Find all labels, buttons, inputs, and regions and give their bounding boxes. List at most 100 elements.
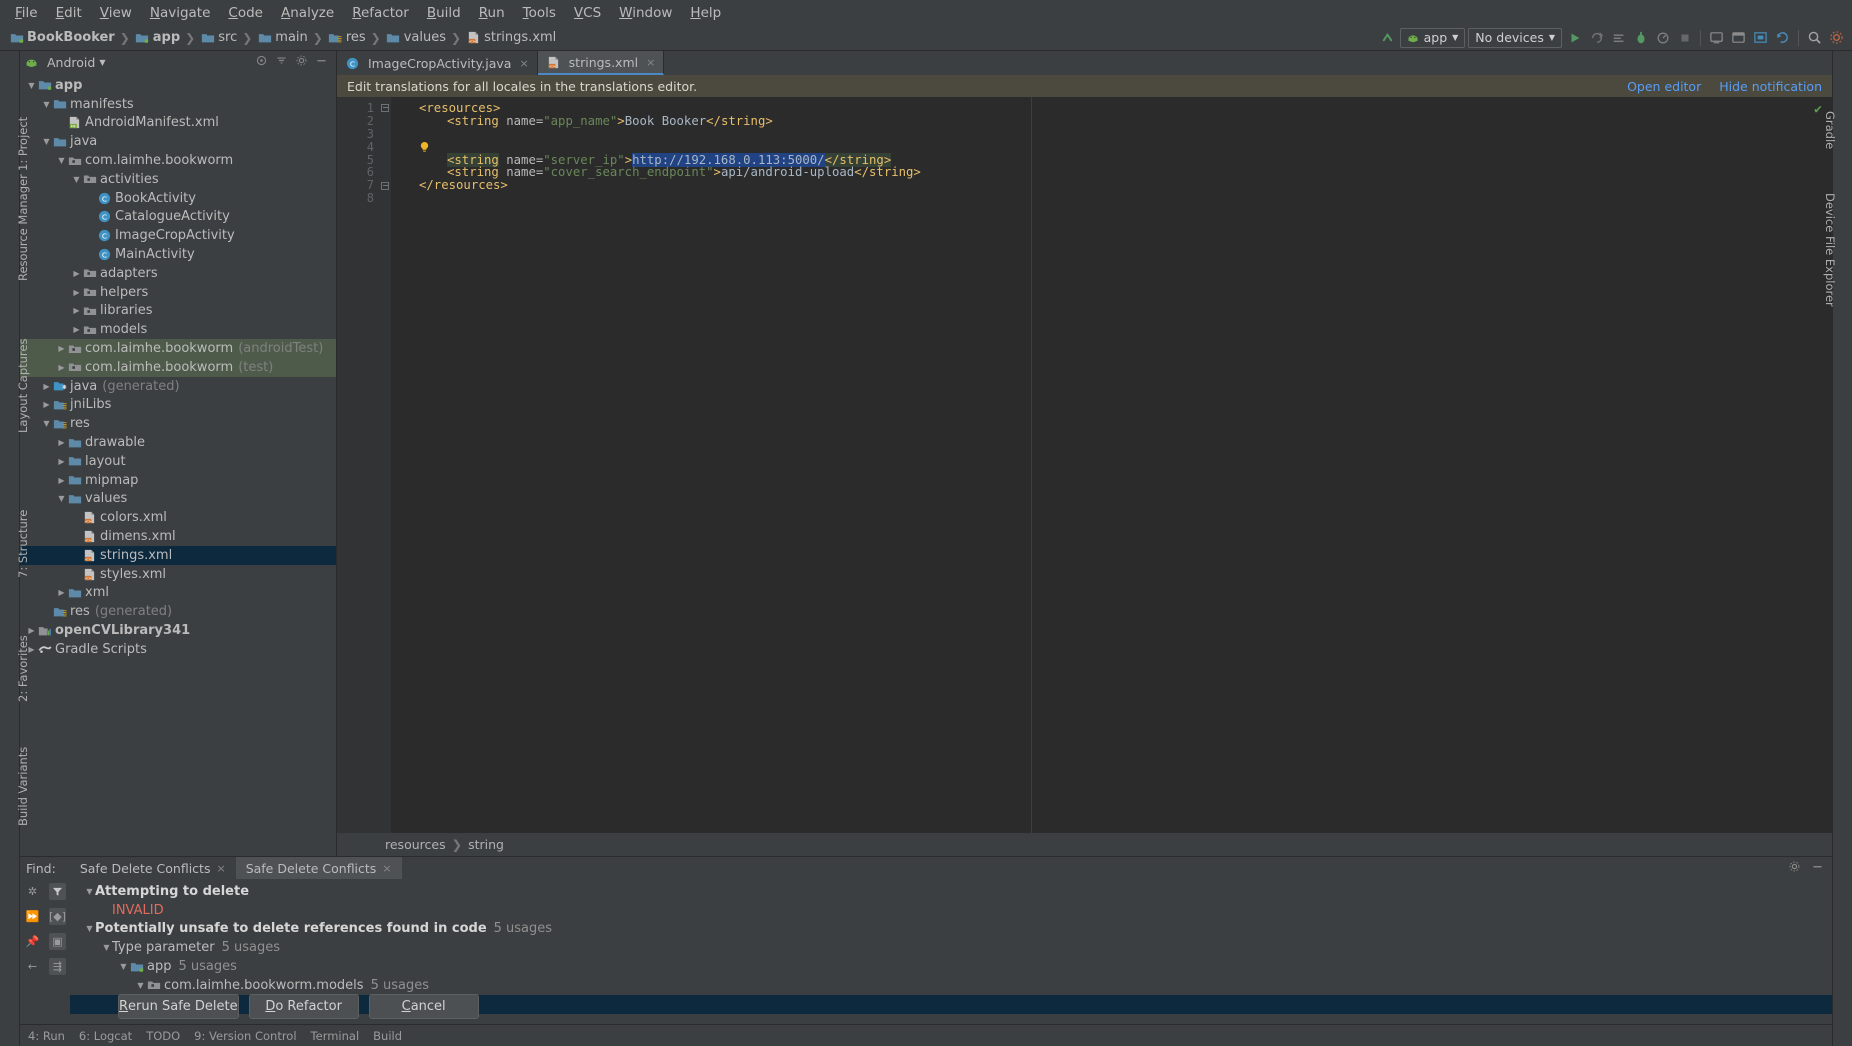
breadcrumb-item-res[interactable]: res xyxy=(325,30,369,45)
tree-node-models[interactable]: ▶ models xyxy=(20,320,336,339)
chevron-right-icon[interactable]: ▶ xyxy=(26,626,37,635)
tree-node-layout[interactable]: ▶ layout xyxy=(20,452,336,471)
menu-item-view[interactable]: View xyxy=(91,3,141,23)
tree-node-drawable[interactable]: ▶ drawable xyxy=(20,433,336,452)
chevron-right-icon[interactable]: ▶ xyxy=(56,438,67,447)
menu-item-help[interactable]: Help xyxy=(681,3,730,23)
expand-all-icon[interactable]: ⏩ xyxy=(24,908,41,925)
chevron-down-icon[interactable]: ▼ xyxy=(84,924,95,933)
close-icon[interactable]: × xyxy=(216,862,225,875)
chevron-down-icon[interactable]: ▼ xyxy=(41,419,52,428)
tree-node-libraries[interactable]: ▶ libraries xyxy=(20,302,336,321)
status-item-todo[interactable]: TODO xyxy=(146,1029,180,1043)
menu-item-analyze[interactable]: Analyze xyxy=(272,3,343,23)
chevron-down-icon[interactable]: ▼ xyxy=(41,137,52,146)
tree-node-res[interactable]: ▼ res xyxy=(20,414,336,433)
settings-icon[interactable]: ✲ xyxy=(24,883,41,900)
chevron-right-icon[interactable]: ▶ xyxy=(56,363,67,372)
tree-node-strings-xml[interactable]: <> strings.xml xyxy=(20,545,336,565)
chevron-down-icon[interactable]: ▼ xyxy=(101,943,112,952)
run-icon[interactable] xyxy=(1565,28,1584,47)
back-icon[interactable]: ← xyxy=(24,958,41,975)
tree-node-com-laimhe-bookworm[interactable]: ▶ com.laimhe.bookworm (test) xyxy=(20,357,336,377)
apply-code-changes-icon[interactable] xyxy=(1609,28,1628,47)
close-icon[interactable]: × xyxy=(646,56,655,69)
menu-item-file[interactable]: File xyxy=(6,3,47,23)
project-tree[interactable]: ▼ app ▼ manifests MF AndroidManifest.xml ▼ java… xyxy=(20,74,336,856)
tree-node-res[interactable]: res (generated) xyxy=(20,602,336,621)
tree-node-bookactivity[interactable]: C BookActivity xyxy=(20,189,336,208)
layout-inspector-icon[interactable] xyxy=(1751,28,1770,47)
find-result-row[interactable]: ▼ com.laimhe.bookworm.models 5 usages xyxy=(70,976,1832,995)
tool-window-tab-1-project[interactable]: 1: Project xyxy=(16,117,30,171)
tree-node-com-laimhe-bookworm[interactable]: ▼ com.laimhe.bookworm xyxy=(20,151,336,170)
device-selector[interactable]: No devices ▼ xyxy=(1468,27,1562,48)
breadcrumb-item-values[interactable]: values xyxy=(383,30,449,45)
collapse-all-icon[interactable] xyxy=(275,54,288,71)
menu-item-navigate[interactable]: Navigate xyxy=(141,3,220,23)
code-content[interactable]: ✔ <resources> <string name="app_name">Boo… xyxy=(391,97,1832,833)
chevron-down-icon[interactable]: ▼ xyxy=(135,981,146,990)
editor-breadcrumb-resources[interactable]: resources xyxy=(385,837,446,852)
find-result-row[interactable]: ▼ Potentially unsafe to delete references… xyxy=(70,920,1832,939)
close-icon[interactable]: × xyxy=(382,862,391,875)
breadcrumb-item-bookbooker[interactable]: BookBooker xyxy=(6,30,118,45)
find-tab-0[interactable]: Safe Delete Conflicts × xyxy=(70,857,236,879)
tree-node-androidmanifest-xml[interactable]: MF AndroidManifest.xml xyxy=(20,114,336,133)
chevron-right-icon[interactable]: ▶ xyxy=(56,457,67,466)
chevron-down-icon[interactable]: ▼ xyxy=(56,494,67,503)
pin-icon[interactable]: 📌 xyxy=(24,933,41,950)
tool-window-tab-layout-captures[interactable]: Layout Captures xyxy=(16,339,30,433)
menu-item-run[interactable]: Run xyxy=(470,3,514,23)
editor-tab-imagecropactivity-java[interactable]: C ImageCropActivity.java × xyxy=(337,51,538,75)
chevron-right-icon[interactable]: ▶ xyxy=(41,400,52,409)
breadcrumb-item-src[interactable]: src xyxy=(197,30,240,45)
chevron-right-icon[interactable]: ▶ xyxy=(41,382,52,391)
find-result-row[interactable]: ▼ Type parameter 5 usages xyxy=(70,938,1832,957)
tree-node-manifests[interactable]: ▼ manifests xyxy=(20,95,336,114)
filter-icon[interactable] xyxy=(49,883,66,900)
tree-node-gradle-scripts[interactable]: ▶ Gradle Scripts xyxy=(20,640,336,659)
chevron-down-icon[interactable]: ▼ xyxy=(56,156,67,165)
find-result-row[interactable]: ▼ app 5 usages xyxy=(70,957,1832,976)
preview-icon[interactable]: ▣ xyxy=(49,933,66,950)
hide-icon[interactable] xyxy=(315,54,328,71)
menu-item-edit[interactable]: Edit xyxy=(47,3,91,23)
chevron-down-icon[interactable]: ▼ xyxy=(118,962,129,971)
settings-icon[interactable] xyxy=(295,54,308,71)
tree-node-activities[interactable]: ▼ activities xyxy=(20,170,336,189)
menu-item-window[interactable]: Window xyxy=(610,3,681,23)
apply-changes-icon[interactable] xyxy=(1587,28,1606,47)
tool-window-tab-device-file-explorer[interactable]: Device File Explorer xyxy=(1823,193,1837,307)
tree-node-dimens-xml[interactable]: <> dimens.xml xyxy=(20,527,336,546)
target-icon[interactable] xyxy=(255,54,268,71)
tree-node-opencvlibrary341[interactable]: ▶ openCVLibrary341 xyxy=(20,621,336,640)
settings-icon[interactable] xyxy=(1827,28,1846,47)
sync-gradle-icon[interactable] xyxy=(1773,28,1792,47)
find-tab-1[interactable]: Safe Delete Conflicts × xyxy=(235,857,402,879)
tree-node-mainactivity[interactable]: C MainActivity xyxy=(20,245,336,264)
tree-node-adapters[interactable]: ▶ adapters xyxy=(20,264,336,283)
tree-node-imagecropactivity[interactable]: C ImageCropActivity xyxy=(20,226,336,245)
run-configuration-selector[interactable]: app ▼ xyxy=(1399,27,1466,48)
status-item-terminal[interactable]: Terminal xyxy=(311,1029,360,1043)
find-result-row[interactable]: INVALID xyxy=(70,901,1832,920)
breadcrumb-item-strings-xml[interactable]: <> strings.xml xyxy=(463,30,559,45)
rerun-safe-delete-button[interactable]: Rerun Safe Delete xyxy=(118,994,239,1019)
avd-manager-icon[interactable] xyxy=(1707,28,1726,47)
fold-toggle-icon[interactable]: − xyxy=(379,102,391,115)
tool-window-tab-7-structure[interactable]: 7: Structure xyxy=(16,510,30,578)
sdk-manager-icon[interactable] xyxy=(1729,28,1748,47)
chevron-down-icon[interactable]: ▼ xyxy=(26,81,37,90)
tool-window-tab-build-variants[interactable]: Build Variants xyxy=(16,747,30,826)
tree-node-jnilibs[interactable]: ▶ jniLibs xyxy=(20,396,336,415)
make-project-icon[interactable] xyxy=(1378,28,1397,47)
code-editor[interactable]: 12345678 − − ✔ <resources> <string name="a… xyxy=(337,97,1832,833)
code-folding-column[interactable]: − − xyxy=(379,97,391,833)
status-item-build[interactable]: Build xyxy=(373,1029,402,1043)
status-item-6-logcat[interactable]: 6: Logcat xyxy=(79,1029,132,1043)
chevron-down-icon[interactable]: ▼ xyxy=(41,100,52,109)
fold-toggle-icon[interactable]: − xyxy=(379,179,391,192)
hide-notification-link[interactable]: Hide notification xyxy=(1719,79,1822,94)
menu-item-build[interactable]: Build xyxy=(418,3,470,23)
